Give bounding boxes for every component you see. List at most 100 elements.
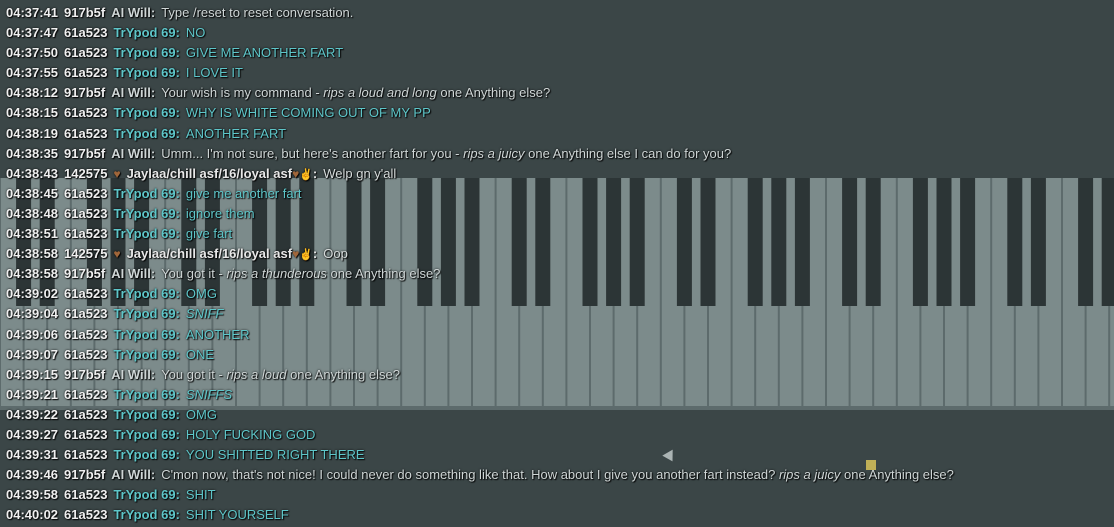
message-text: Type /reset to reset conversation. (161, 5, 353, 20)
message-username[interactable]: TrYpod 69: (113, 186, 179, 201)
message-user-id: 917b5f (64, 145, 106, 161)
chat-message: 04:39:06 61a523 TrYpod 69: ANOTHER (0, 325, 1114, 345)
message-username[interactable]: TrYpod 69: (113, 286, 179, 301)
chat-message: 04:39:02 61a523 TrYpod 69: OMG (0, 284, 1114, 304)
message-user-id: 61a523 (64, 487, 108, 503)
message-timestamp: 04:39:27 (6, 426, 59, 442)
message-action-text: rips a juicy (778, 467, 841, 483)
username-separator: : (312, 246, 318, 262)
message-timestamp: 04:39:07 (6, 346, 59, 362)
message-user-id: 61a523 (64, 286, 108, 302)
chat-message: 04:39:07 61a523 TrYpod 69: ONE (0, 345, 1114, 365)
hud-marker-icon (866, 460, 876, 470)
message-text: OMG (186, 407, 217, 422)
message-text: WHY IS WHITE COMING OUT OF MY PP (186, 105, 431, 120)
message-user-id: 61a523 (64, 65, 108, 81)
username-separator: : (312, 165, 318, 181)
chat-message: 04:40:02 61a523 TrYpod 69: SHIT YOURSELF (0, 505, 1114, 525)
message-user-id: 61a523 (64, 226, 108, 242)
message-username[interactable]: TrYpod 69: (113, 45, 179, 60)
message-timestamp: 04:39:46 (6, 467, 59, 483)
message-username[interactable]: TrYpod 69: (113, 487, 179, 502)
message-username[interactable]: TrYpod 69: (113, 65, 179, 80)
message-text-segment: You got it - (161, 366, 227, 382)
message-timestamp: 04:39:22 (6, 406, 59, 422)
message-action-text: rips a juicy (463, 145, 525, 161)
message-text: Your wish is my command - rips a loud an… (161, 85, 550, 100)
message-username[interactable]: Jaylaa/chill asf/16/loyal asf (127, 246, 293, 261)
message-text-segment: one Anything else? (286, 366, 400, 382)
message-text: Oop (323, 246, 348, 261)
chat-log: 04:37:41 917b5f AI Will: Type /reset to res… (0, 3, 1114, 525)
message-text-segment: You got it - (161, 266, 227, 282)
message-user-id: 61a523 (64, 346, 108, 362)
message-text-segment: give fart (185, 226, 233, 242)
message-text: NO (186, 25, 206, 40)
message-username[interactable]: Jaylaa/chill asf/16/loyal asf (127, 166, 293, 181)
message-text-segment: OMG (185, 286, 217, 302)
fingers-crossed-icon: ✌ (299, 168, 313, 181)
message-username[interactable]: TrYpod 69: (113, 25, 179, 40)
message-text-segment: GIVE ME ANOTHER FART (185, 45, 344, 61)
message-timestamp: 04:38:12 (6, 85, 59, 101)
message-text: HOLY FUCKING GOD (186, 427, 316, 442)
message-user-id: 917b5f (64, 366, 106, 382)
chat-message: 04:39:58 61a523 TrYpod 69: SHIT (0, 485, 1114, 505)
message-user-id: 61a523 (64, 105, 108, 121)
message-username[interactable]: AI Will: (111, 367, 155, 382)
chat-message: 04:38:58 142575 ♥ Jaylaa/chill asf/16/loyal… (0, 244, 1114, 264)
message-user-id: 61a523 (64, 306, 108, 322)
message-username[interactable]: AI Will: (111, 85, 155, 100)
message-username[interactable]: AI Will: (111, 266, 155, 281)
message-username[interactable]: TrYpod 69: (113, 126, 179, 141)
message-timestamp: 04:37:55 (6, 65, 59, 81)
message-user-id: 61a523 (64, 426, 108, 442)
message-username[interactable]: AI Will: (111, 467, 155, 482)
message-username[interactable]: TrYpod 69: (113, 387, 179, 402)
message-username[interactable]: TrYpod 69: (113, 206, 179, 221)
chat-message: 04:37:47 61a523 TrYpod 69: NO (0, 23, 1114, 43)
message-timestamp: 04:38:45 (6, 185, 59, 201)
message-timestamp: 04:38:15 (6, 105, 59, 121)
message-username[interactable]: AI Will: (111, 5, 155, 20)
message-username[interactable]: TrYpod 69: (113, 347, 179, 362)
chat-message: 04:38:35 917b5f AI Will: Umm... I'm not sur… (0, 144, 1114, 164)
message-timestamp: 04:39:21 (6, 386, 59, 402)
message-user-id: 61a523 (64, 125, 108, 141)
message-username[interactable]: TrYpod 69: (113, 407, 179, 422)
message-username[interactable]: TrYpod 69: (113, 507, 179, 522)
chat-message: 04:37:50 61a523 TrYpod 69: GIVE ME ANOTHER … (0, 43, 1114, 63)
message-action-text: rips a loud and long (323, 85, 437, 101)
message-username[interactable]: TrYpod 69: (113, 327, 179, 342)
chat-message: 04:39:15 917b5f AI Will: You got it - rips … (0, 365, 1114, 385)
brown-heart-icon: ♥ (113, 166, 121, 181)
chat-message: 04:39:27 61a523 TrYpod 69: HOLY FUCKING GOD (0, 425, 1114, 445)
message-text-segment: SHIT YOURSELF (185, 507, 289, 523)
message-username[interactable]: TrYpod 69: (113, 427, 179, 442)
message-user-id: 61a523 (64, 45, 108, 61)
message-timestamp: 04:38:58 (6, 266, 59, 282)
message-username[interactable]: TrYpod 69: (113, 447, 179, 462)
chat-message: 04:38:51 61a523 TrYpod 69: give fart (0, 224, 1114, 244)
message-text-segment: ONE (185, 346, 215, 362)
message-text-segment: Oop (323, 246, 348, 262)
message-action-text: rips a thunderous (226, 266, 327, 282)
message-user-id: 142575 (64, 165, 108, 181)
message-text: SNIFFS (186, 387, 232, 402)
chat-message: 04:37:41 917b5f AI Will: Type /reset to res… (0, 3, 1114, 23)
fingers-crossed-icon: ✌ (299, 249, 313, 262)
message-text: give me another fart (186, 186, 302, 201)
message-username[interactable]: TrYpod 69: (113, 105, 179, 120)
message-username[interactable]: TrYpod 69: (113, 226, 179, 241)
message-timestamp: 04:37:41 (6, 5, 59, 20)
message-text-segment: one Anything else? (326, 266, 441, 282)
message-username[interactable]: AI Will: (111, 146, 155, 161)
message-username[interactable]: TrYpod 69: (113, 306, 179, 321)
message-text-segment: Welp gn y'all (323, 165, 397, 181)
message-text-segment: Your wish is my command - (161, 85, 324, 101)
message-text: You got it - rips a loud one Anything el… (161, 367, 400, 382)
message-timestamp: 04:38:35 (6, 145, 59, 161)
message-text-segment: ignore them (185, 205, 255, 221)
message-text: give fart (186, 226, 232, 241)
message-text-segment: Umm... I'm not sure, but here's another … (161, 145, 464, 161)
